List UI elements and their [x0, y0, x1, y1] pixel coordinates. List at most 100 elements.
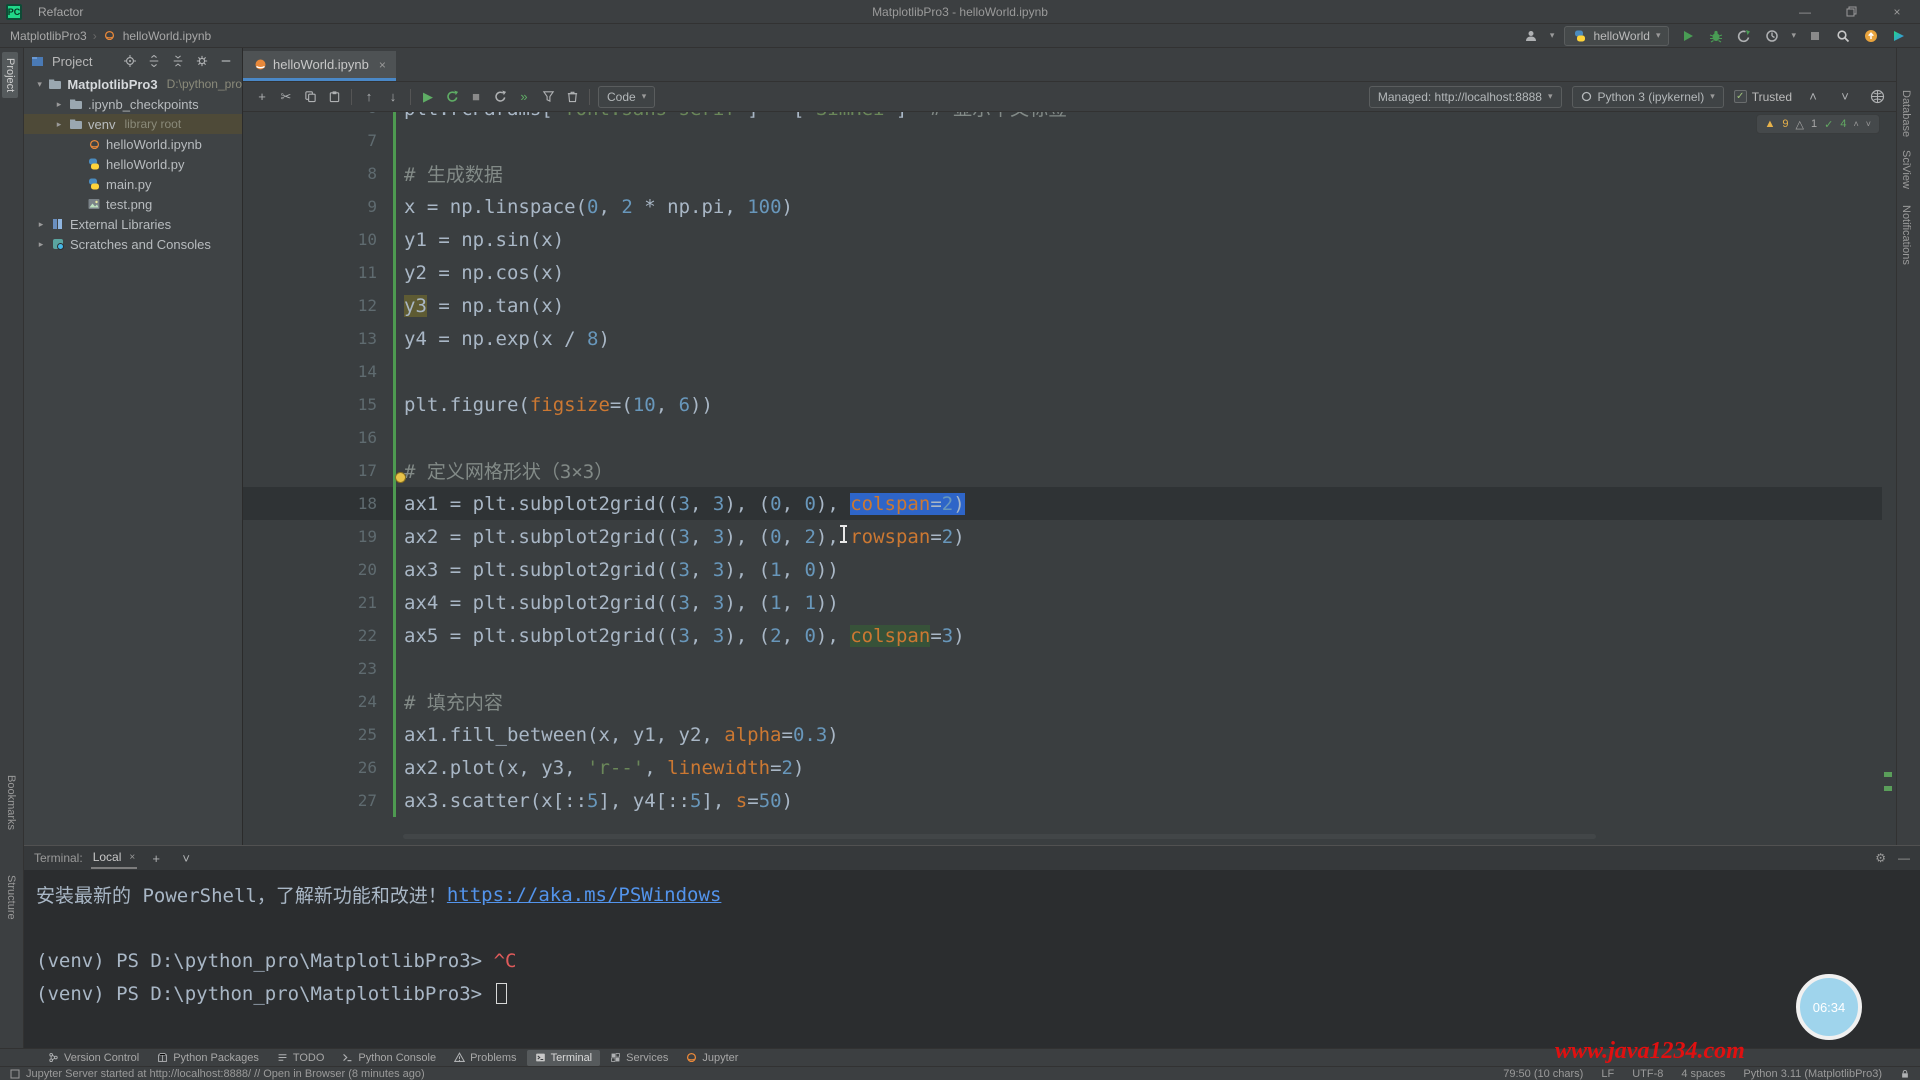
breadcrumb-item[interactable]: helloWorld.ipynb: [123, 29, 212, 43]
code-line-12[interactable]: 12y3 = np.tan(x): [243, 289, 1882, 322]
profiler-dropdown-icon[interactable]: ▾: [1791, 30, 1796, 41]
restart-kernel-icon[interactable]: [441, 86, 463, 108]
toolwindow-jupyter[interactable]: Jupyter: [678, 1050, 746, 1066]
new-terminal-session-icon[interactable]: +: [145, 847, 167, 869]
gear-icon[interactable]: [196, 55, 212, 67]
sidebar-item-bookmarks[interactable]: Bookmarks: [5, 775, 17, 830]
collapse-down-icon[interactable]: ˅: [1834, 86, 1856, 108]
search-icon[interactable]: [1834, 27, 1852, 45]
code-line-13[interactable]: 13y4 = np.exp(x / 8): [243, 322, 1882, 355]
code-line-23[interactable]: 23: [243, 652, 1882, 685]
tree-item--ipynb-checkpoints[interactable]: ▸.ipynb_checkpoints: [24, 94, 242, 114]
ide-logo-icon[interactable]: [1890, 27, 1908, 45]
lock-icon[interactable]: [1900, 1069, 1910, 1079]
code-line-27[interactable]: 27ax3.scatter(x[::5], y4[::5], s=50): [243, 784, 1882, 817]
code-line-26[interactable]: 26ax2.plot(x, y3, 'r--', linewidth=2): [243, 751, 1882, 784]
locate-icon[interactable]: [124, 55, 140, 67]
tree-item-test-png[interactable]: test.png: [24, 194, 242, 214]
delete-cell-icon[interactable]: [561, 86, 583, 108]
terminal-output[interactable]: 安装最新的 PowerShell，了解新功能和改进！https://aka.ms…: [24, 870, 1920, 1010]
collapse-all-icon[interactable]: [172, 55, 188, 67]
run-icon[interactable]: [1679, 27, 1697, 45]
prev-problem-icon[interactable]: ˄: [1853, 119, 1858, 129]
run-cell-icon[interactable]: ▶: [417, 86, 439, 108]
inspections-widget[interactable]: ▲ 9 △ 1 ✓ 4 ˄ ˅: [1756, 114, 1880, 134]
code-line-22[interactable]: 22ax5 = plt.subplot2grid((3, 3), (2, 0),…: [243, 619, 1882, 652]
toolwindow-services[interactable]: Services: [602, 1050, 676, 1066]
code-line-20[interactable]: 20ax3 = plt.subplot2grid((3, 3), (1, 0)): [243, 553, 1882, 586]
interrupt-kernel-icon[interactable]: ■: [465, 86, 487, 108]
update-icon[interactable]: [1862, 27, 1880, 45]
code-line-9[interactable]: 9x = np.linspace(0, 2 * np.pi, 100): [243, 190, 1882, 223]
code-editor[interactable]: 6plt.rcParams['font.sans-serif'] = ['Sim…: [243, 112, 1896, 845]
move-down-icon[interactable]: ↓: [382, 86, 404, 108]
status-message[interactable]: Jupyter Server started at http://localho…: [26, 1068, 425, 1080]
code-line-25[interactable]: 25ax1.fill_between(x, y1, y2, alpha=0.3): [243, 718, 1882, 751]
sidebar-item-sciview[interactable]: SciView: [1900, 150, 1912, 189]
debug-icon[interactable]: [1707, 27, 1725, 45]
breadcrumb-item[interactable]: MatplotlibPro3: [10, 29, 87, 43]
tab-close-icon[interactable]: ×: [379, 58, 386, 72]
tab-helloworld-ipynb[interactable]: helloWorld.ipynb ×: [243, 51, 396, 81]
status-segment[interactable]: 4 spaces: [1681, 1068, 1725, 1080]
expand-all-icon[interactable]: [148, 55, 164, 67]
code-line-6[interactable]: 6plt.rcParams['font.sans-serif'] = ['Sim…: [243, 112, 1882, 124]
code-line-19[interactable]: 19ax2 = plt.subplot2grid((3, 3), (0, 2),…: [243, 520, 1882, 553]
coverage-icon[interactable]: [1735, 27, 1753, 45]
tree-item-helloworld-ipynb[interactable]: helloWorld.ipynb: [24, 134, 242, 154]
sidebar-item-database[interactable]: Database: [1900, 90, 1912, 137]
run-config-dropdown[interactable]: helloWorld▾: [1564, 26, 1669, 46]
jupyter-settings-icon[interactable]: [1866, 86, 1888, 108]
add-cell-icon[interactable]: +: [251, 86, 273, 108]
status-segment[interactable]: LF: [1601, 1068, 1614, 1080]
tree-item-main-py[interactable]: main.py: [24, 174, 242, 194]
terminal-hide-icon[interactable]: —: [1898, 851, 1910, 865]
next-problem-icon[interactable]: ˅: [1866, 119, 1871, 129]
move-up-icon[interactable]: ↑: [358, 86, 380, 108]
status-segment[interactable]: Python 3.11 (MatplotlibPro3): [1743, 1068, 1882, 1080]
rerun-all-icon[interactable]: [489, 86, 511, 108]
jupyter-server-dropdown[interactable]: Managed: http://localhost:8888▾: [1369, 86, 1562, 108]
tree-item-venv[interactable]: ▸venvlibrary root: [24, 114, 242, 134]
status-segment[interactable]: UTF-8: [1632, 1068, 1663, 1080]
tree-twisty-icon[interactable]: ▾: [36, 79, 43, 90]
code-line-15[interactable]: 15plt.figure(figsize=(10, 6)): [243, 388, 1882, 421]
paste-cell-icon[interactable]: [323, 86, 345, 108]
cell-type-dropdown[interactable]: Code▾: [598, 86, 655, 108]
sidebar-item-notifications[interactable]: Notifications: [1900, 205, 1912, 265]
horizontal-scrollbar[interactable]: [403, 834, 1596, 839]
toolwindow-version-control[interactable]: Version Control: [40, 1050, 147, 1066]
terminal-tab-close-icon[interactable]: ×: [129, 852, 135, 863]
clear-outputs-icon[interactable]: [537, 86, 559, 108]
menu-refactor[interactable]: Refactor: [30, 0, 93, 24]
code-line-10[interactable]: 10y1 = np.sin(x): [243, 223, 1882, 256]
run-all-below-icon[interactable]: »: [513, 86, 535, 108]
sidebar-item-structure[interactable]: Structure: [5, 875, 17, 920]
trusted-checkbox[interactable]: ✓ Trusted: [1734, 90, 1792, 104]
toolwindow-python-console[interactable]: Python Console: [334, 1050, 444, 1066]
code-line-7[interactable]: 7: [243, 124, 1882, 157]
copy-cell-icon[interactable]: [299, 86, 321, 108]
terminal-tab-local[interactable]: Local ×: [91, 847, 138, 869]
code-line-14[interactable]: 14: [243, 355, 1882, 388]
code-line-8[interactable]: 8# 生成数据: [243, 157, 1882, 190]
code-line-24[interactable]: 24# 填充内容: [243, 685, 1882, 718]
user-icon[interactable]: [1522, 27, 1540, 45]
tree-twisty-icon[interactable]: ▸: [36, 239, 46, 250]
toolwindow-terminal[interactable]: Terminal: [527, 1050, 601, 1066]
toolwindow-todo[interactable]: TODO: [269, 1050, 333, 1066]
code-line-18[interactable]: 18ax1 = plt.subplot2grid((3, 3), (0, 0),…: [243, 487, 1882, 520]
profiler-icon[interactable]: [1763, 27, 1781, 45]
collapse-up-icon[interactable]: ˄: [1802, 86, 1824, 108]
terminal-link[interactable]: https://aka.ms/PSWindows: [447, 884, 722, 906]
status-segment[interactable]: 79:50 (10 chars): [1503, 1068, 1583, 1080]
tree-twisty-icon[interactable]: ▸: [36, 219, 46, 230]
close-button[interactable]: ×: [1874, 0, 1920, 24]
tree-item-matplotlibpro3[interactable]: ▾MatplotlibPro3D:\python_pro: [24, 74, 242, 94]
tree-item-external-libraries[interactable]: ▸External Libraries: [24, 214, 242, 234]
toolwindow-problems[interactable]: Problems: [446, 1050, 524, 1066]
terminal-dropdown-icon[interactable]: ˅: [175, 847, 197, 869]
code-line-11[interactable]: 11y2 = np.cos(x): [243, 256, 1882, 289]
terminal-settings-icon[interactable]: ⚙: [1875, 851, 1886, 865]
kernel-dropdown[interactable]: Python 3 (ipykernel)▾: [1572, 86, 1724, 108]
